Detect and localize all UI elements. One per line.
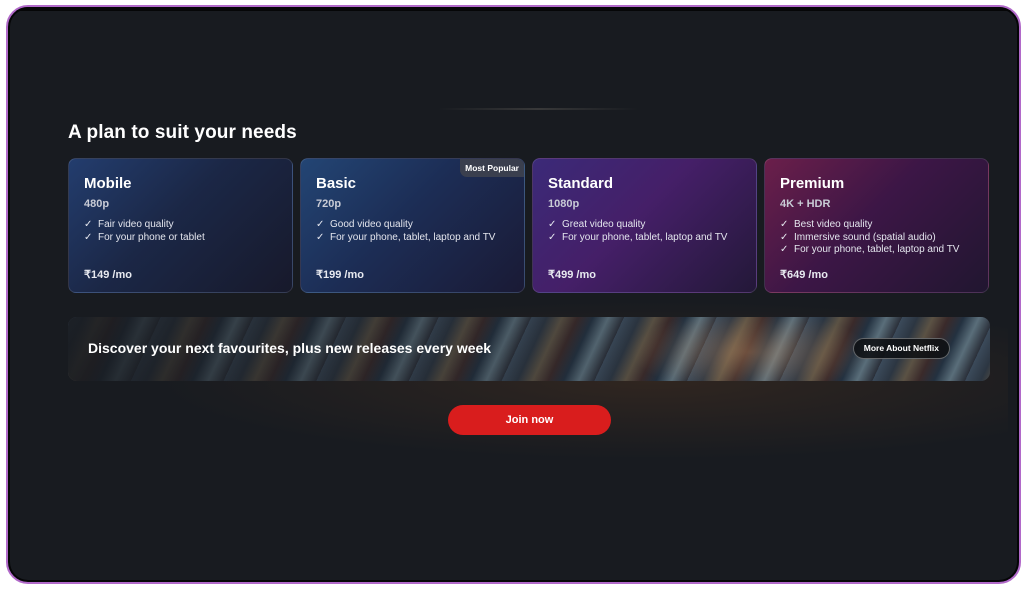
feature-item: ✓ Great video quality <box>548 219 646 230</box>
app-window: A plan to suit your needs Mobile 480p ✓ F… <box>6 5 1021 584</box>
plan-name: Premium <box>780 175 845 192</box>
plan-price: ₹149 /mo <box>84 269 132 281</box>
plan-list: Mobile 480p ✓ Fair video quality ✓ For you… <box>68 158 990 293</box>
plan-resolution: 1080p <box>548 198 580 210</box>
plan-resolution: 4K + HDR <box>780 198 831 210</box>
feature-item: ✓ Good video quality <box>316 219 413 230</box>
most-popular-badge: Most Popular <box>460 159 524 177</box>
header-divider <box>438 108 638 110</box>
banner-text: Discover your next favourites, plus new … <box>88 340 492 356</box>
join-now-button[interactable]: Join now <box>448 405 611 435</box>
plan-features: ✓ Best video quality ✓ Immersive sound (sp… <box>780 219 959 257</box>
feature-item: ✓ For your phone or tablet <box>84 231 205 243</box>
plan-resolution: 480p <box>84 198 110 210</box>
feature-item: ✓ Best video quality <box>780 219 873 230</box>
plan-name: Mobile <box>84 175 132 192</box>
feature-item: ✓ For your phone, tablet, laptop and TV <box>548 231 728 243</box>
check-icon: ✓ <box>548 231 557 243</box>
plan-features: ✓ Fair video quality ✓ For your phone or t… <box>84 219 205 244</box>
plan-card-basic[interactable]: Most Popular Basic 720p ✓ Good video qual… <box>300 158 525 293</box>
check-icon: ✓ <box>780 219 789 230</box>
check-icon: ✓ <box>316 231 325 243</box>
feature-item: ✓ Immersive sound (spatial audio) <box>780 231 936 243</box>
plan-card-premium[interactable]: Premium 4K + HDR ✓ Best video quality ✓ Im… <box>764 158 989 293</box>
check-icon: ✓ <box>84 219 93 230</box>
plan-name: Basic <box>316 175 357 192</box>
plan-features: ✓ Good video quality ✓ For your phone, tab… <box>316 219 495 244</box>
plan-name: Standard <box>548 175 614 192</box>
plan-features: ✓ Great video quality ✓ For your phone, ta… <box>548 219 727 244</box>
check-icon: ✓ <box>780 244 789 255</box>
check-icon: ✓ <box>780 231 789 243</box>
plan-price: ₹649 /mo <box>780 269 828 281</box>
feature-item: ✓ Fair video quality <box>84 219 174 230</box>
feature-item: ✓ For your phone, tablet, laptop and TV <box>780 244 960 255</box>
page-title: A plan to suit your needs <box>68 122 297 143</box>
plan-price: ₹499 /mo <box>548 269 596 281</box>
discover-banner: Discover your next favourites, plus new … <box>68 317 990 381</box>
check-icon: ✓ <box>548 219 557 230</box>
feature-item: ✓ For your phone, tablet, laptop and TV <box>316 231 496 243</box>
check-icon: ✓ <box>84 231 93 243</box>
check-icon: ✓ <box>316 219 325 230</box>
more-about-button[interactable]: More About Netflix <box>852 338 950 359</box>
plan-card-standard[interactable]: Standard 1080p ✓ Great video quality ✓ For… <box>532 158 757 293</box>
plan-resolution: 720p <box>316 198 342 210</box>
plan-card-mobile[interactable]: Mobile 480p ✓ Fair video quality ✓ For you… <box>68 158 293 293</box>
plan-price: ₹199 /mo <box>316 269 364 281</box>
banner-highlight <box>620 317 880 381</box>
